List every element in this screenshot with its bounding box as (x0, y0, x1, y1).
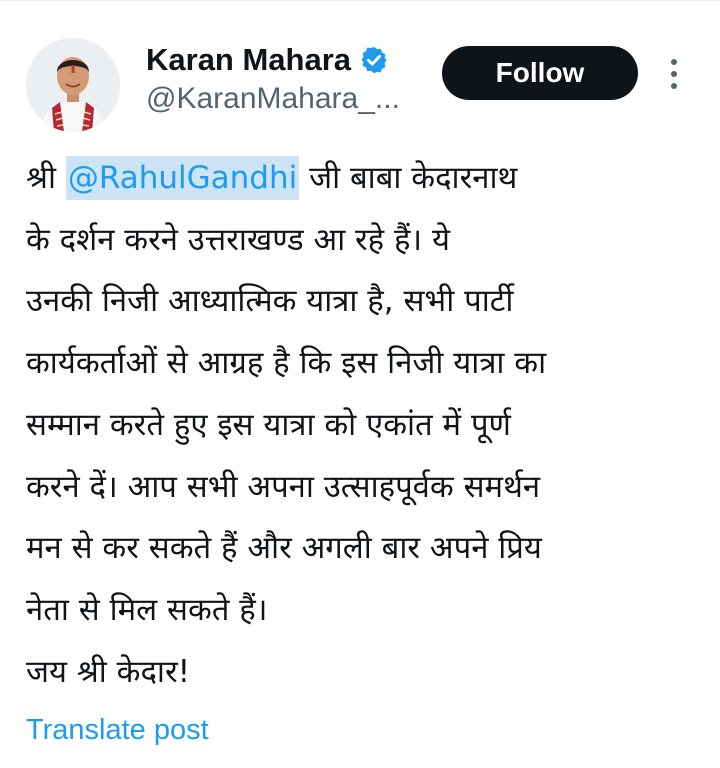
author-display-name[interactable]: Karan Mahara (146, 42, 351, 78)
post-line: मन से कर सकते हैं और अगली बार अपने प्रिय (26, 530, 542, 567)
author-handle[interactable]: @KaranMahara_... (146, 82, 400, 116)
post-line: सम्मान करते हुए इस यात्रा को एकांत में प… (26, 406, 511, 443)
verified-badge-icon (361, 46, 387, 74)
post-text: श्री @RahulGandhi जी बाबा केदारनाथ के दर… (26, 148, 706, 703)
author-name-row: Karan Mahara (146, 40, 389, 80)
translate-post-link[interactable]: Translate post (26, 714, 209, 747)
follow-button[interactable]: Follow (442, 46, 638, 100)
post-line: कार्यकर्ताओं से आग्रह है कि इस निजी यात्… (26, 345, 547, 382)
more-vertical-icon[interactable] (662, 56, 686, 92)
post-line: श्री @RahulGandhi जी बाबा केदारनाथ (26, 148, 706, 210)
mention-link[interactable]: @RahulGandhi (65, 156, 300, 200)
avatar-photo (26, 38, 120, 132)
top-divider (0, 0, 720, 1)
avatar[interactable] (26, 38, 120, 132)
post-line: करने दें। आप सभी अपना उत्साहपूर्वक समर्थ… (26, 468, 541, 505)
post-line-prefix: श्री (26, 160, 66, 196)
post-line: उनकी निजी आध्यात्मिक यात्रा है, सभी पार्… (26, 283, 514, 320)
post-line: के दर्शन करने उत्तराखण्ड आ रहे हैं। ये (26, 221, 451, 258)
post-line: जय श्री केदार! (26, 653, 191, 690)
post-line: नेता से मिल सकते हैं। (26, 591, 268, 628)
post-line-suffix: जी बाबा केदारनाथ (299, 160, 518, 196)
